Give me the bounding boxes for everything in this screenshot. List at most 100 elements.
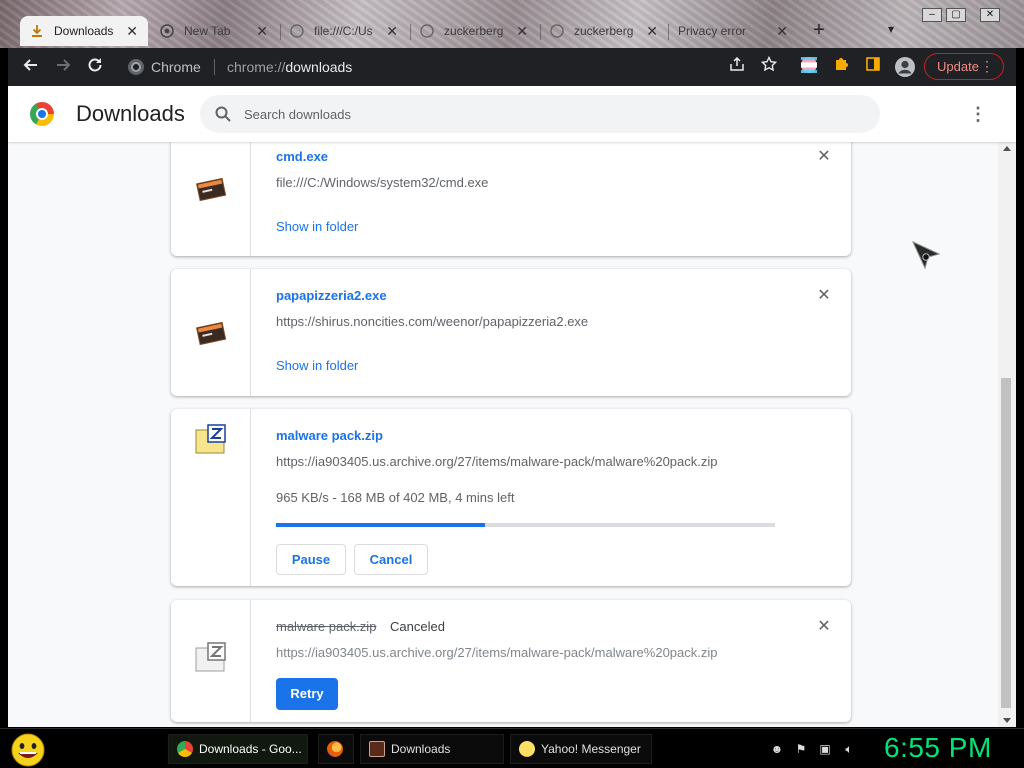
remove-icon[interactable]: ✕	[816, 619, 832, 635]
file-icon-column	[171, 409, 251, 586]
star-icon	[760, 55, 778, 72]
chrome-logo-icon	[30, 102, 54, 126]
globe-icon	[420, 24, 434, 38]
close-window-button[interactable]: ✕	[980, 8, 1000, 22]
file-name-link[interactable]: papapizzeria2.exe	[276, 288, 387, 303]
tab-privacy-error[interactable]: Privacy error ✕	[668, 16, 798, 46]
folder-icon	[369, 741, 385, 757]
side-panel-icon	[866, 57, 880, 71]
share-button[interactable]	[726, 56, 748, 78]
retry-button[interactable]: Retry	[276, 678, 338, 710]
search-box[interactable]	[200, 95, 880, 133]
taskbar-item-firefox[interactable]	[318, 734, 354, 764]
share-icon	[730, 56, 744, 71]
tab-downloads[interactable]: Downloads ✕	[20, 16, 148, 46]
file-icon-column	[171, 269, 251, 396]
download-item: malware pack.zip Canceled https://ia9034…	[171, 600, 851, 722]
tab-close-icon[interactable]: ✕	[646, 23, 658, 40]
show-in-folder-link[interactable]: Show in folder	[276, 219, 358, 234]
tab-zuckerberg-1[interactable]: zuckerberg ✕	[410, 16, 538, 46]
new-tab-button[interactable]: +	[808, 20, 830, 42]
start-smiley-icon[interactable]	[8, 732, 48, 768]
tab-close-icon[interactable]: ✕	[386, 23, 398, 40]
flag-tray-icon[interactable]: ⚑	[794, 742, 808, 756]
volume-tray-icon[interactable]: 🔈︎	[842, 742, 856, 756]
download-item: malware pack.zip https://ia903405.us.arc…	[171, 409, 851, 586]
yahoo-messenger-icon	[519, 741, 535, 757]
taskbar-item-downloads-folder[interactable]: Downloads	[360, 734, 504, 764]
globe-icon	[290, 24, 304, 38]
taskbar: Downloads - Goo... Downloads Yahoo! Mess…	[0, 728, 1024, 768]
chrome-chip-label: Chrome	[151, 59, 201, 75]
tab-zuckerberg-2[interactable]: zuckerberg ✕	[540, 16, 668, 46]
tab-close-icon[interactable]: ✕	[126, 23, 138, 40]
file-url: https://shirus.noncities.com/weenor/papa…	[276, 314, 589, 329]
file-url: https://ia903405.us.archive.org/27/items…	[276, 454, 718, 469]
taskbar-item-chrome[interactable]: Downloads - Goo...	[168, 734, 308, 764]
chrome-icon	[177, 741, 193, 757]
network-tray-icon[interactable]: ▣	[818, 742, 832, 756]
show-in-folder-link[interactable]: Show in folder	[276, 358, 358, 373]
profile-button[interactable]	[894, 56, 916, 78]
zip-icon	[195, 642, 226, 672]
browser-toolbar: Chrome chrome://downloads Update ⋮	[8, 48, 1016, 86]
chrome-icon	[128, 59, 144, 75]
file-url: file:///C:/Windows/system32/cmd.exe	[276, 175, 489, 190]
maximize-button[interactable]: ▢	[946, 8, 966, 22]
messenger-tray-icon[interactable]: ☻	[770, 742, 784, 756]
tab-search-chevron-icon[interactable]: ▾	[888, 22, 894, 36]
forward-button[interactable]	[52, 56, 74, 78]
remove-icon[interactable]: ✕	[816, 288, 832, 304]
download-icon	[30, 24, 44, 38]
file-name-link[interactable]: cmd.exe	[276, 149, 328, 164]
exe-icon	[196, 177, 227, 202]
forward-arrow-icon	[57, 59, 71, 71]
page-title: Downloads	[76, 101, 185, 126]
tab-close-icon[interactable]: ✕	[256, 23, 268, 40]
download-item: papapizzeria2.exe https://shirus.nonciti…	[171, 269, 851, 396]
canceled-status: Canceled	[390, 619, 445, 634]
minimize-button[interactable]: –	[922, 8, 942, 22]
taskbar-item-yahoo-messenger[interactable]: Yahoo! Messenger	[510, 734, 652, 764]
avatar-icon	[895, 57, 915, 77]
firefox-icon	[327, 741, 343, 757]
omnibox-divider	[214, 59, 215, 75]
download-item: cmd.exe file:///C:/Windows/system32/cmd.…	[171, 124, 851, 256]
remove-icon[interactable]: ✕	[816, 149, 832, 165]
file-icon-column	[171, 124, 251, 256]
mouse-cursor-icon	[911, 240, 941, 270]
extensions-button[interactable]	[830, 56, 852, 78]
scroll-down-arrow-icon[interactable]	[1003, 718, 1011, 723]
page-scrollbar[interactable]	[998, 142, 1016, 727]
tab-file[interactable]: file:///C:/Us ✕	[280, 16, 408, 46]
title-bar: Downloads ✕ New Tab ✕ file:///C:/Us ✕ zu…	[0, 0, 1024, 48]
tab-close-icon[interactable]: ✕	[516, 23, 528, 40]
tab-new-tab[interactable]: New Tab ✕	[150, 16, 278, 46]
download-progress-text: 965 KB/s - 168 MB of 402 MB, 4 mins left	[276, 490, 515, 505]
scroll-up-arrow-icon[interactable]	[1003, 146, 1011, 151]
taskbar-clock[interactable]: 6:55 PM	[884, 732, 992, 764]
reload-button[interactable]	[84, 56, 106, 78]
side-panel-button[interactable]	[862, 56, 884, 78]
search-input[interactable]	[244, 104, 844, 124]
puzzle-icon	[836, 58, 848, 70]
screen: Downloads ✕ New Tab ✕ file:///C:/Us ✕ zu…	[0, 0, 1024, 768]
more-actions-menu-icon[interactable]: ⋮	[968, 104, 988, 124]
pride-flag-icon	[801, 57, 817, 73]
tab-close-icon[interactable]: ✕	[776, 23, 788, 40]
bookmark-button[interactable]	[758, 55, 780, 78]
scroll-thumb[interactable]	[1001, 378, 1011, 708]
cancel-button[interactable]: Cancel	[354, 544, 428, 575]
update-button[interactable]: Update ⋮	[924, 53, 1004, 80]
address-bar[interactable]: Chrome chrome://downloads	[118, 52, 798, 82]
file-icon-column	[171, 600, 251, 722]
downloads-page: Downloads ⋮ cmd.exe file:///C:/Windows/s…	[8, 86, 1016, 727]
file-name-link[interactable]: malware pack.zip	[276, 428, 383, 443]
file-url: https://ia903405.us.archive.org/27/items…	[276, 645, 718, 660]
page-header: Downloads ⋮	[8, 86, 1016, 142]
back-button[interactable]	[20, 56, 42, 78]
chrome-icon	[160, 24, 174, 38]
zip-icon	[195, 424, 226, 454]
profile-extension-button[interactable]	[798, 56, 820, 78]
pause-button[interactable]: Pause	[276, 544, 346, 575]
